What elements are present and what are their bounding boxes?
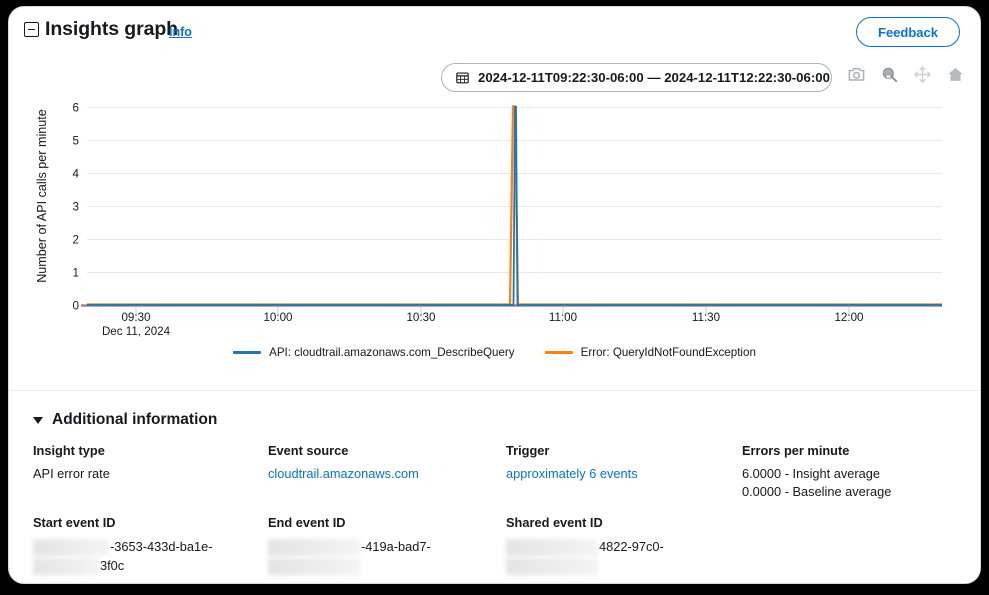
- field-label: Event source: [268, 443, 419, 458]
- date-range-value: 2024-12-11T09:22:30-06:00 — 2024-12-11T1…: [478, 70, 830, 85]
- errors-insight-average: 6.0000 - Insight average: [742, 465, 891, 483]
- legend-label-api: API: cloudtrail.amazonaws.com_DescribeQu…: [269, 346, 515, 359]
- y-axis-ticks: 6 5 4 3 2 1 0: [73, 102, 80, 313]
- legend-swatch-error: [545, 351, 573, 354]
- svg-text:1: 1: [73, 267, 79, 280]
- x-axis-ticks: 09:30 10:00 10:30 11:00 11:30 12:00: [121, 311, 863, 324]
- series-api-line: [87, 107, 942, 305]
- svg-text:6: 6: [73, 102, 79, 115]
- event-source-link[interactable]: cloudtrail.amazonaws.com: [268, 465, 419, 483]
- svg-text:11:00: 11:00: [549, 311, 577, 324]
- x-axis-date-label: Dec 11, 2024: [102, 325, 171, 338]
- field-label: Start event ID: [33, 515, 248, 530]
- additional-information-toggle[interactable]: Additional information: [33, 411, 217, 429]
- chart-legend: API: cloudtrail.amazonaws.com_DescribeQu…: [9, 346, 980, 359]
- y-axis-label: Number of API calls per minute: [35, 101, 49, 291]
- svg-text:2: 2: [73, 234, 79, 247]
- field-insight-type: Insight type API error rate: [33, 443, 110, 483]
- field-value: API error rate: [33, 465, 110, 483]
- pan-move-icon[interactable]: [913, 65, 932, 84]
- field-label: Shared event ID: [506, 515, 721, 530]
- insights-graph-panel: Insights graph Info Feedback 2024-12-11T…: [8, 6, 981, 584]
- collapse-minus-icon[interactable]: [24, 22, 39, 37]
- svg-text:10:00: 10:00: [263, 311, 292, 324]
- start-event-id-visible: -3653-433d-ba1e-: [110, 539, 212, 554]
- field-label: End event ID: [268, 515, 483, 530]
- field-errors-per-minute: Errors per minute 6.0000 - Insight avera…: [742, 443, 891, 501]
- field-end-event-id: End event ID -419a-bad7-: [268, 515, 483, 575]
- page-title: Insights graph: [45, 18, 178, 41]
- start-event-id-visible-2: 3f0c: [100, 558, 124, 573]
- field-shared-event-id: Shared event ID 4822-97c0-: [506, 515, 721, 575]
- zoom-icon[interactable]: [880, 65, 899, 84]
- chart-toolbar: [847, 65, 965, 84]
- redacted-block: [506, 558, 598, 575]
- redacted-block: [506, 539, 598, 556]
- svg-text:10:30: 10:30: [406, 311, 435, 324]
- shared-event-id-value: 4822-97c0-: [506, 537, 721, 575]
- panel-header: Insights graph Info Feedback: [9, 7, 980, 63]
- field-event-source: Event source cloudtrail.amazonaws.com: [268, 443, 419, 483]
- info-link[interactable]: Info: [169, 25, 192, 39]
- legend-label-error: Error: QueryIdNotFoundException: [581, 346, 756, 359]
- additional-information-title: Additional information: [52, 411, 217, 429]
- field-start-event-id: Start event ID -3653-433d-ba1e- 3f0c: [33, 515, 248, 575]
- calendar-icon: [456, 71, 469, 84]
- insights-chart: Number of API calls per minute 6 5 4 3 2…: [9, 93, 980, 375]
- end-event-id-value: -419a-bad7-: [268, 537, 483, 575]
- shared-event-id-visible: 4822-97c0-: [599, 539, 664, 554]
- x-axis-tickmarks: [136, 307, 849, 315]
- svg-text:3: 3: [73, 201, 79, 214]
- redacted-block: [268, 558, 360, 575]
- legend-swatch-api: [233, 351, 261, 354]
- legend-item-api[interactable]: API: cloudtrail.amazonaws.com_DescribeQu…: [233, 346, 515, 359]
- redacted-block: [33, 539, 109, 556]
- camera-icon[interactable]: [847, 65, 866, 84]
- svg-text:4: 4: [73, 168, 80, 181]
- caret-down-icon: [33, 417, 43, 424]
- redacted-block: [268, 539, 360, 556]
- svg-text:11:30: 11:30: [692, 311, 720, 324]
- legend-item-error[interactable]: Error: QueryIdNotFoundException: [545, 346, 756, 359]
- section-divider: [9, 390, 980, 391]
- trigger-link[interactable]: approximately 6 events: [506, 465, 638, 483]
- feedback-button[interactable]: Feedback: [856, 17, 960, 47]
- chart-svg: 6 5 4 3 2 1 0: [9, 93, 981, 375]
- end-event-id-visible: -419a-bad7-: [361, 539, 431, 554]
- start-event-id-value: -3653-433d-ba1e- 3f0c: [33, 537, 248, 575]
- svg-text:09:30: 09:30: [121, 311, 150, 324]
- date-range-picker[interactable]: 2024-12-11T09:22:30-06:00 — 2024-12-11T1…: [441, 63, 832, 92]
- field-trigger: Trigger approximately 6 events: [506, 443, 638, 483]
- errors-baseline-average: 0.0000 - Baseline average: [742, 483, 891, 501]
- svg-text:12:00: 12:00: [834, 311, 863, 324]
- svg-text:5: 5: [73, 135, 79, 148]
- field-label: Trigger: [506, 443, 638, 458]
- field-label: Insight type: [33, 443, 110, 458]
- home-reset-icon[interactable]: [946, 65, 965, 84]
- svg-text:0: 0: [73, 300, 79, 313]
- minus-glyph: [28, 29, 35, 31]
- field-label: Errors per minute: [742, 443, 891, 458]
- redacted-block: [33, 558, 99, 575]
